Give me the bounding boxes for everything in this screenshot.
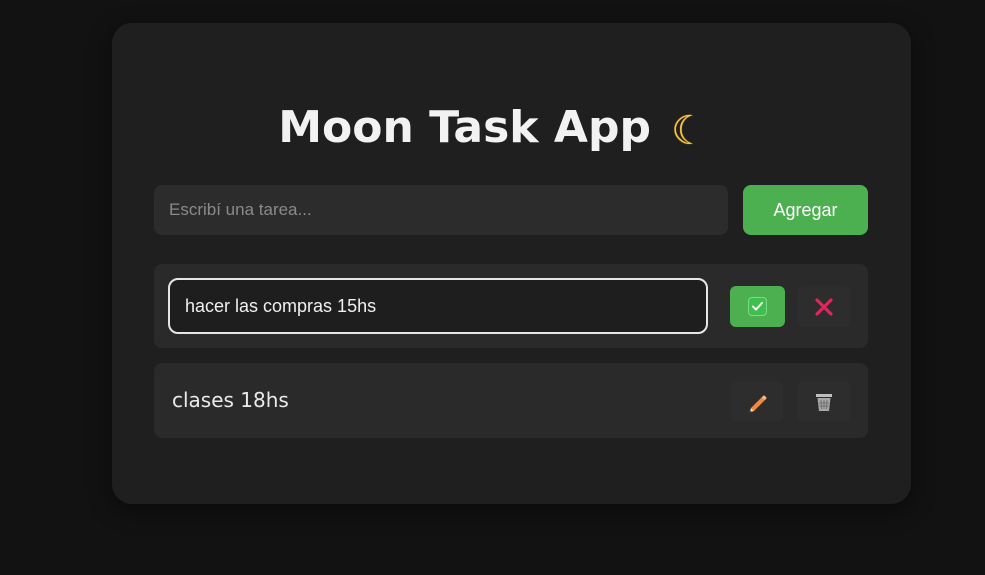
new-task-input[interactable] [154,185,728,235]
trash-icon [815,393,832,411]
confirm-edit-button[interactable] [730,286,785,327]
cancel-edit-button[interactable] [797,286,850,327]
edit-task-button[interactable] [730,381,783,422]
task-item [154,264,868,348]
edit-task-input[interactable] [168,278,708,334]
delete-task-button[interactable] [797,381,850,422]
task-item: clases 18hs [154,363,868,438]
pencil-icon [749,395,766,412]
close-icon [814,297,833,316]
task-text: clases 18hs [172,388,289,412]
check-icon [748,297,767,316]
moon-icon: ☾ [670,108,707,154]
add-task-button[interactable]: Agregar [743,185,868,235]
page-title: Moon Task App ☾ [0,100,985,159]
page-title-text: Moon Task App [278,102,651,153]
